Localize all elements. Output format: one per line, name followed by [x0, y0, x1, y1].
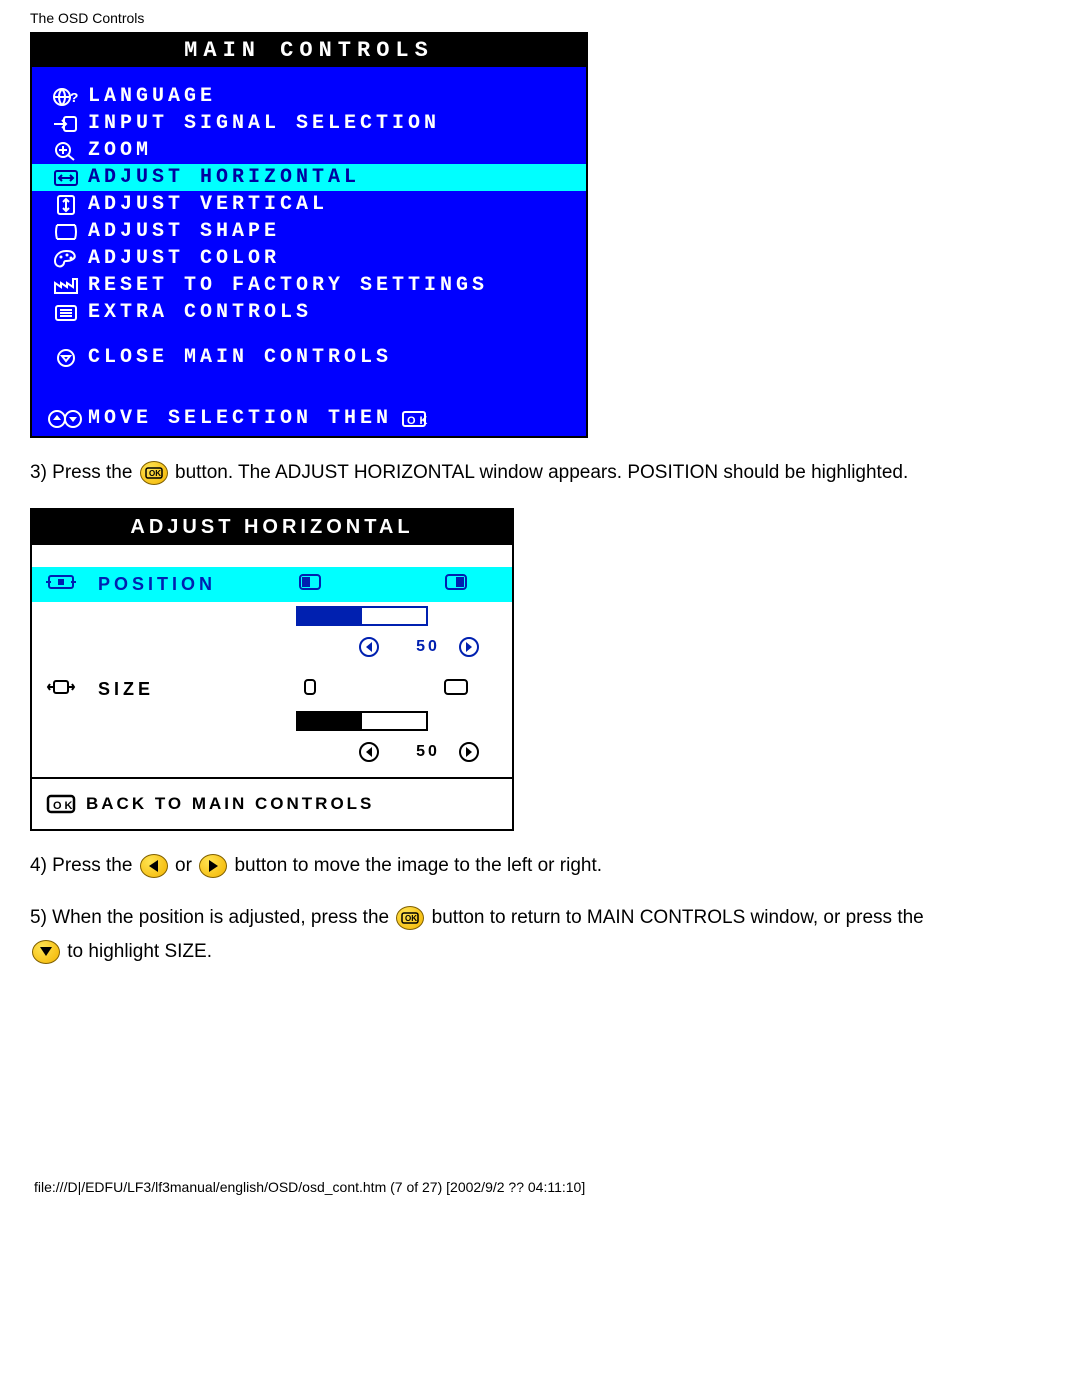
step-5-text: 5) When the position is adjusted, press …: [30, 901, 1050, 969]
adjust-title: ADJUST HORIZONTAL: [32, 510, 512, 545]
size-bar: [296, 711, 428, 731]
main-controls-footer: MOVE SELECTION THEN OK: [32, 399, 586, 436]
left-button-icon: [140, 854, 168, 878]
ok-button-icon: OK: [396, 906, 424, 930]
page-header: The OSD Controls: [30, 10, 1050, 26]
menu-item-adjust-horizontal[interactable]: ADJUST HORIZONTAL: [32, 164, 586, 191]
menu-label: ADJUST COLOR: [88, 247, 280, 270]
back-to-main-row[interactable]: OK BACK TO MAIN CONTROLS: [32, 777, 512, 829]
text: button. The ADJUST HORIZONTAL window app…: [175, 462, 908, 483]
menu-item-adjust-shape[interactable]: ADJUST SHAPE: [32, 218, 586, 245]
horizontal-arrows-icon: [44, 167, 88, 189]
screen-right-icon: [442, 571, 498, 598]
menu-item-zoom[interactable]: ZOOM: [32, 137, 586, 164]
menu-label: ADJUST SHAPE: [88, 220, 280, 243]
svg-text:?: ?: [70, 91, 80, 107]
menu-item-extra-controls[interactable]: EXTRA CONTROLS: [32, 299, 586, 326]
text: 5) When the position is adjusted, press …: [30, 907, 394, 928]
svg-text:OK: OK: [405, 914, 417, 923]
ok-button-icon: OK: [140, 461, 168, 485]
step-3-text: 3) Press the OK button. The ADJUST HORIZ…: [30, 456, 1050, 490]
text: 3) Press the: [30, 462, 138, 483]
text: button to return to MAIN CONTROLS window…: [432, 907, 924, 928]
position-icon: [46, 571, 98, 598]
adjust-horizontal-osd: ADJUST HORIZONTAL POSITION 50: [30, 508, 514, 831]
right-arrow-circle-icon[interactable]: [458, 636, 480, 658]
size-value: 50: [398, 743, 458, 761]
text: to highlight SIZE.: [67, 941, 212, 962]
menu-label: ADJUST VERTICAL: [88, 193, 328, 216]
screen-left-icon: [296, 571, 352, 598]
list-icon: [44, 302, 88, 324]
position-bar: [296, 606, 428, 626]
text: or: [175, 855, 197, 876]
size-row[interactable]: SIZE: [32, 672, 512, 707]
down-circle-icon: [44, 347, 88, 369]
svg-text:OK: OK: [53, 800, 76, 812]
menu-item-language[interactable]: ? LANGUAGE: [32, 83, 586, 110]
main-controls-osd: MAIN CONTROLS ? LANGUAGE INPUT SIGNAL SE…: [30, 32, 588, 438]
factory-icon: [44, 275, 88, 297]
main-controls-title: MAIN CONTROLS: [32, 34, 586, 67]
text: 4) Press the: [30, 855, 138, 876]
screen-narrow-icon: [296, 676, 352, 703]
menu-label: INPUT SIGNAL SELECTION: [88, 112, 440, 135]
menu-item-input-signal[interactable]: INPUT SIGNAL SELECTION: [32, 110, 586, 137]
vertical-arrows-icon: [44, 194, 88, 216]
left-arrow-circle-icon[interactable]: [358, 741, 380, 763]
step-4-text: 4) Press the or button to move the image…: [30, 849, 1050, 883]
magnifier-plus-icon: [44, 140, 88, 162]
position-label: POSITION: [98, 574, 296, 595]
input-arrow-icon: [44, 113, 88, 135]
menu-item-adjust-vertical[interactable]: ADJUST VERTICAL: [32, 191, 586, 218]
svg-text:OK: OK: [149, 469, 161, 478]
right-button-icon: [199, 854, 227, 878]
right-arrow-circle-icon[interactable]: [458, 741, 480, 763]
footer-text: MOVE SELECTION THEN: [88, 407, 392, 430]
svg-text:OK: OK: [407, 415, 428, 427]
menu-label: CLOSE MAIN CONTROLS: [88, 346, 392, 369]
size-icon: [46, 676, 98, 703]
ok-box-icon: OK: [46, 793, 86, 815]
menu-label: EXTRA CONTROLS: [88, 301, 312, 324]
up-down-circles-icon: [44, 408, 88, 430]
globe-question-icon: ?: [44, 86, 88, 108]
palette-icon: [44, 248, 88, 270]
screen-wide-icon: [442, 676, 498, 703]
position-value: 50: [398, 638, 458, 656]
shape-icon: [44, 221, 88, 243]
menu-label: ZOOM: [88, 139, 152, 162]
menu-label: LANGUAGE: [88, 85, 216, 108]
menu-item-reset-factory[interactable]: RESET TO FACTORY SETTINGS: [32, 272, 586, 299]
file-path-footer: file:///D|/EDFU/LF3/lf3manual/english/OS…: [30, 1179, 1050, 1195]
back-label: BACK TO MAIN CONTROLS: [86, 794, 374, 814]
position-row[interactable]: POSITION: [32, 567, 512, 602]
menu-label: ADJUST HORIZONTAL: [88, 166, 360, 189]
size-label: SIZE: [98, 679, 296, 700]
text: button to move the image to the left or …: [234, 855, 602, 876]
menu-label: RESET TO FACTORY SETTINGS: [88, 274, 488, 297]
menu-item-adjust-color[interactable]: ADJUST COLOR: [32, 245, 586, 272]
menu-item-close[interactable]: CLOSE MAIN CONTROLS: [32, 344, 586, 371]
down-button-icon: [32, 940, 60, 964]
left-arrow-circle-icon[interactable]: [358, 636, 380, 658]
ok-box-icon: OK: [400, 408, 428, 430]
